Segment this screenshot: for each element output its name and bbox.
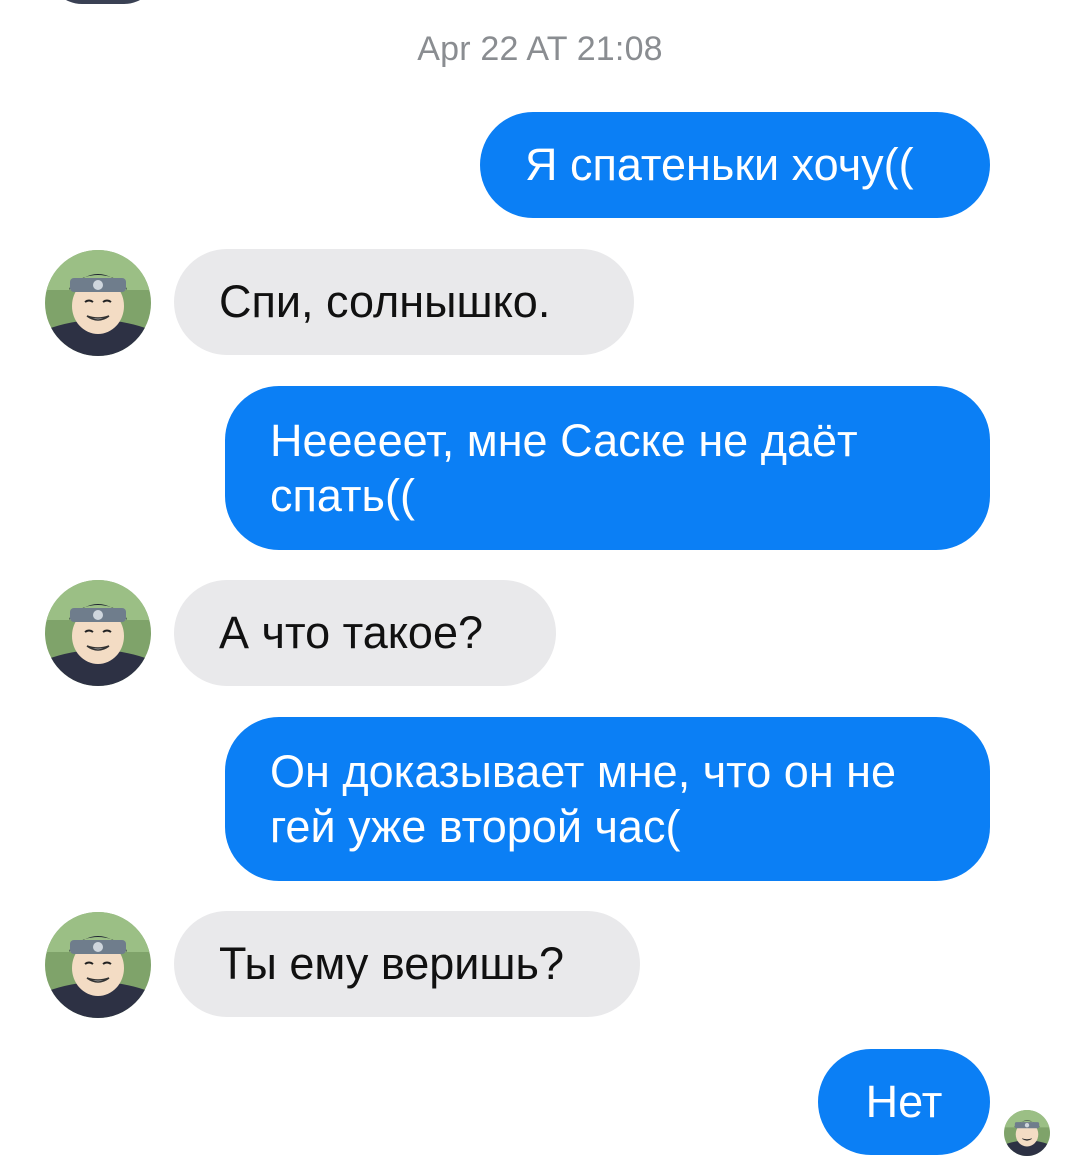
- contact-avatar-icon[interactable]: [45, 250, 151, 356]
- avatar-fragment: [48, 0, 158, 4]
- contact-avatar-icon[interactable]: [45, 580, 151, 686]
- message-bubble-outgoing[interactable]: Он доказывает мне, что он не гей уже вто…: [225, 717, 990, 881]
- message-bubble-incoming[interactable]: Спи, солнышко.: [174, 249, 634, 355]
- message-timestamp: Apr 22 AT 21:08: [417, 30, 663, 68]
- message-bubble-outgoing[interactable]: Нет: [818, 1049, 990, 1155]
- message-bubble-incoming[interactable]: А что такое?: [174, 580, 556, 686]
- message-bubble-outgoing[interactable]: Я спатеньки хочу((: [480, 112, 990, 218]
- contact-avatar-icon[interactable]: [45, 912, 151, 1018]
- message-bubble-incoming[interactable]: Ты ему веришь?: [174, 911, 640, 1017]
- chat-screen: Apr 22 AT 21:08 Я спатеньки хочу(( Спи, …: [0, 0, 1080, 1156]
- message-bubble-outgoing[interactable]: Нееееет, мне Саске не даёт спать((: [225, 386, 990, 550]
- seen-avatar-icon: [1004, 1110, 1050, 1156]
